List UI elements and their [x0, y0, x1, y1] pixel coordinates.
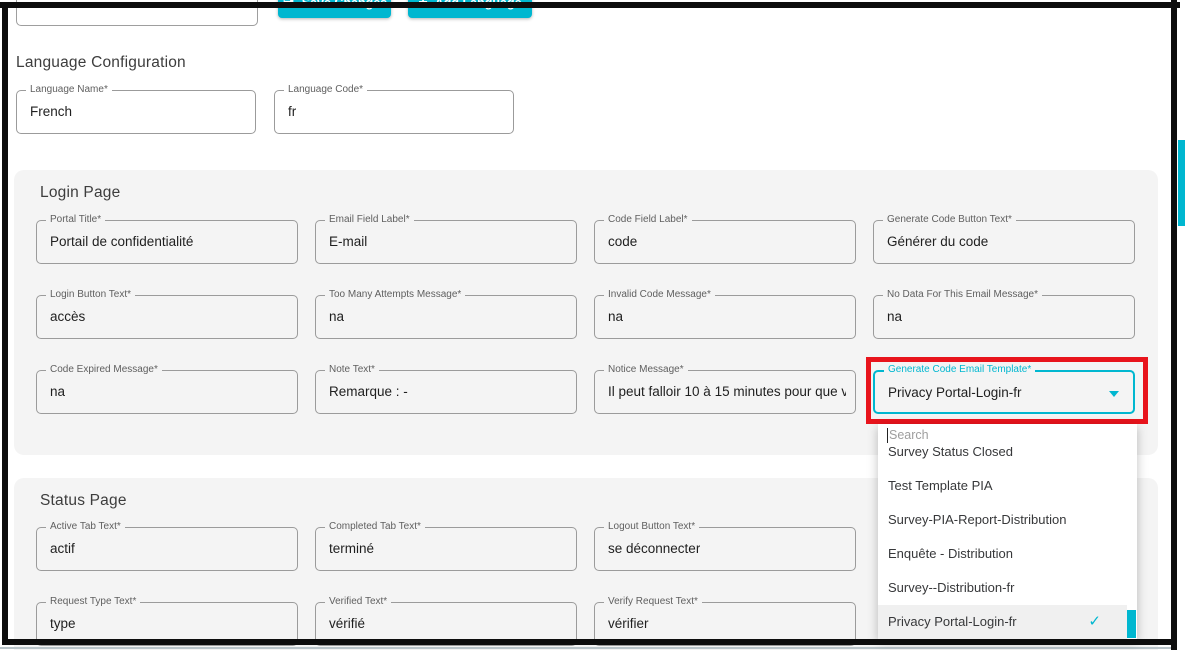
- field-value: Il peut falloir 10 à 15 minutes pour que…: [608, 384, 846, 399]
- check-icon: ✓: [1088, 605, 1101, 639]
- field-value: na: [329, 309, 344, 324]
- field-value: Remarque : -: [329, 384, 408, 399]
- window-border-top: [0, 2, 1180, 8]
- field-label: Too Many Attempts Message*: [325, 289, 465, 301]
- login-fields-grid: Portal Title* Portail de confidentialité…: [36, 220, 1135, 414]
- field-value: Générer du code: [887, 234, 988, 249]
- login-button-text-field[interactable]: Login Button Text* accès: [36, 295, 298, 339]
- code-expired-message-field[interactable]: Code Expired Message* na: [36, 370, 298, 414]
- field-label: Note Text*: [325, 364, 379, 376]
- field-label: Request Type Text*: [46, 596, 140, 608]
- field-label: Code Field Label*: [604, 214, 692, 226]
- field-value: vérifié: [329, 616, 365, 631]
- field-value: code: [608, 234, 637, 249]
- option-privacy-portal-login-fr[interactable]: Privacy Portal-Login-fr ✓: [878, 605, 1127, 639]
- generate-code-button-text-field[interactable]: Generate Code Button Text* Générer du co…: [873, 220, 1135, 264]
- window-border-bottom: [2, 639, 1177, 645]
- field-value: terminé: [329, 541, 374, 556]
- field-label: Language Code*: [284, 84, 367, 96]
- active-tab-text-field[interactable]: Active Tab Text* actif: [36, 527, 298, 571]
- generate-code-email-template-select[interactable]: Generate Code Email Template* Privacy Po…: [873, 370, 1135, 414]
- status-section-title: Status Page: [40, 492, 127, 510]
- page-scrollbar-thumb[interactable]: [1178, 140, 1185, 226]
- option-survey-distribution-fr[interactable]: Survey--Distribution-fr: [878, 571, 1137, 605]
- option-survey-status-closed[interactable]: Survey Status Closed: [878, 447, 1137, 469]
- chevron-down-icon: [1109, 391, 1119, 397]
- field-value: French: [30, 104, 72, 119]
- window-border-right: [1171, 0, 1177, 650]
- field-label: Email Field Label*: [325, 214, 414, 226]
- dropdown-search-input[interactable]: Search: [878, 424, 1137, 447]
- code-field-label-field[interactable]: Code Field Label* code: [594, 220, 856, 264]
- too-many-attempts-message-field[interactable]: Too Many Attempts Message* na: [315, 295, 577, 339]
- language-code-field[interactable]: Language Code* fr: [274, 90, 514, 134]
- login-section-title: Login Page: [40, 184, 120, 202]
- text-cursor: [887, 428, 888, 443]
- field-value: type: [50, 616, 76, 631]
- field-label: Language Name*: [26, 84, 112, 96]
- field-value: E-mail: [329, 234, 367, 249]
- field-value: vérifier: [608, 616, 649, 631]
- option-label: Privacy Portal-Login-fr: [888, 614, 1017, 629]
- bottom-edge-line: [0, 647, 1177, 649]
- field-value: actif: [50, 541, 75, 556]
- field-value: na: [50, 384, 65, 399]
- field-label: Code Expired Message*: [46, 364, 162, 376]
- notice-message-field[interactable]: Notice Message* Il peut falloir 10 à 15 …: [594, 370, 856, 414]
- page-title: Language Configuration: [16, 54, 186, 72]
- field-value: accès: [50, 309, 85, 324]
- field-label: Verify Request Text*: [604, 596, 702, 608]
- field-label: No Data For This Email Message*: [883, 289, 1042, 301]
- field-label: Active Tab Text*: [46, 521, 125, 533]
- note-text-field[interactable]: Note Text* Remarque : -: [315, 370, 577, 414]
- field-label: Logout Button Text*: [604, 521, 699, 533]
- field-label: Invalid Code Message*: [604, 289, 715, 301]
- dropdown-options-list: Survey Status Closed Test Template PIA S…: [878, 447, 1137, 639]
- portal-title-field[interactable]: Portal Title* Portail de confidentialité: [36, 220, 298, 264]
- invalid-code-message-field[interactable]: Invalid Code Message* na: [594, 295, 856, 339]
- field-label: Generate Code Button Text*: [883, 214, 1016, 226]
- login-page-section: Login Page Portal Title* Portail de conf…: [14, 170, 1158, 455]
- field-label: Verified Text*: [325, 596, 391, 608]
- dropdown-scrollbar-thumb[interactable]: [1127, 610, 1136, 638]
- field-value: na: [608, 309, 623, 324]
- language-name-field[interactable]: Language Name* French: [16, 90, 256, 134]
- field-label: Portal Title*: [46, 214, 105, 226]
- completed-tab-text-field[interactable]: Completed Tab Text* terminé: [315, 527, 577, 571]
- field-value: fr: [288, 104, 296, 119]
- field-label: Generate Code Email Template*: [884, 364, 1035, 376]
- language-configuration-page: Save Changes + Add Language Language Con…: [0, 0, 1185, 650]
- search-placeholder: Search: [889, 428, 929, 442]
- selected-value: Privacy Portal-Login-fr: [888, 385, 1022, 400]
- field-label: Completed Tab Text*: [325, 521, 425, 533]
- field-value: na: [887, 309, 902, 324]
- email-field-label-field[interactable]: Email Field Label* E-mail: [315, 220, 577, 264]
- window-border-left: [2, 2, 8, 645]
- field-label: Login Button Text*: [46, 289, 135, 301]
- option-enquete-distribution[interactable]: Enquête - Distribution: [878, 537, 1137, 571]
- logout-button-text-field[interactable]: Logout Button Text* se déconnecter: [594, 527, 856, 571]
- option-survey-pia-report-distribution[interactable]: Survey-PIA-Report-Distribution: [878, 503, 1137, 537]
- field-value: se déconnecter: [608, 541, 700, 556]
- option-test-template-pia[interactable]: Test Template PIA: [878, 469, 1137, 503]
- field-label: Notice Message*: [604, 364, 688, 376]
- field-value: Portail de confidentialité: [50, 234, 193, 249]
- email-template-dropdown: Search Survey Status Closed Test Templat…: [878, 424, 1137, 639]
- no-data-for-email-message-field[interactable]: No Data For This Email Message* na: [873, 295, 1135, 339]
